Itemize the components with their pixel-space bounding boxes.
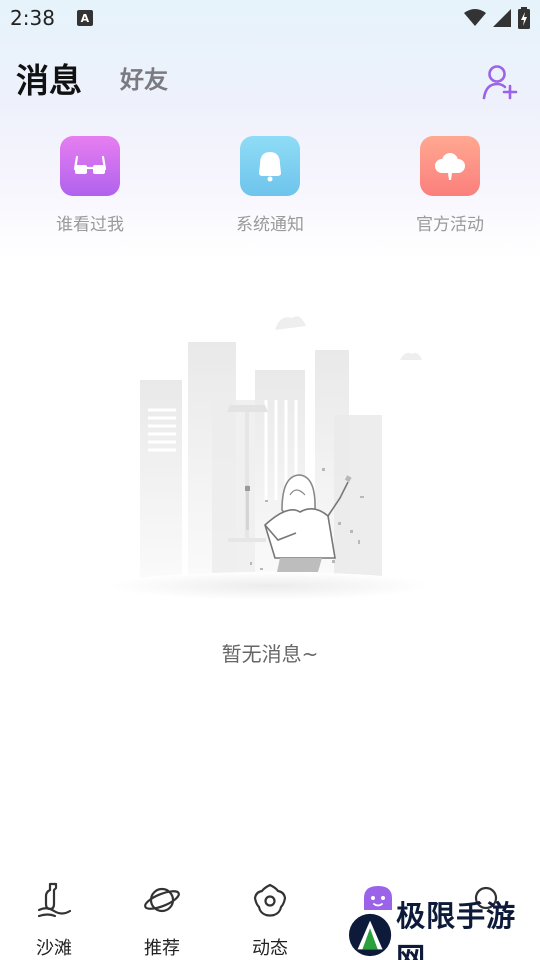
shortcut-row: 谁看过我 系统通知 官方活动 (0, 136, 540, 246)
nav-label: 动态 (252, 938, 288, 959)
beach-bottle-icon (37, 882, 72, 918)
status-bar: 2:38 A (0, 0, 540, 36)
shortcut-label: 谁看过我 (56, 215, 124, 235)
a-letter-icon: A (76, 10, 93, 26)
watermark-text: 极限手游网 (396, 899, 517, 960)
empty-state-illustration (100, 300, 440, 610)
header: 消息 好友 (0, 52, 540, 102)
tab-messages[interactable]: 消息 (16, 54, 82, 102)
glasses-icon (60, 136, 120, 196)
status-time: 2:38 (10, 6, 55, 30)
status-icons (464, 7, 530, 29)
nav-label: 推荐 (144, 938, 180, 959)
nav-item-moments[interactable]: 动态 (216, 872, 324, 960)
shortcut-who-viewed-me[interactable]: 谁看过我 (30, 136, 150, 235)
shortcut-label: 系统通知 (236, 215, 304, 235)
tab-friends[interactable]: 好友 (120, 60, 168, 95)
signal-icon (493, 9, 511, 27)
add-friend-button[interactable] (480, 62, 520, 102)
add-user-icon (482, 65, 518, 100)
battery-charging-icon (518, 7, 530, 29)
shortcut-official-events[interactable]: 官方活动 (390, 136, 510, 235)
nav-item-recommend[interactable]: 推荐 (108, 872, 216, 960)
shortcut-system-notifications[interactable]: 系统通知 (210, 136, 330, 235)
flower-icon (253, 883, 287, 917)
nav-label: 沙滩 (36, 938, 72, 959)
watermark: 极限手游网 (348, 899, 540, 960)
bell-icon (240, 136, 300, 196)
wifi-icon (464, 9, 486, 26)
nav-item-beach[interactable]: 沙滩 (0, 872, 108, 960)
triangle-logo-icon (348, 913, 392, 957)
cloud-icon (420, 136, 480, 196)
shortcut-label: 官方活动 (416, 215, 484, 235)
empty-state-text: 暂无消息~ (221, 642, 319, 666)
planet-icon (144, 887, 180, 913)
